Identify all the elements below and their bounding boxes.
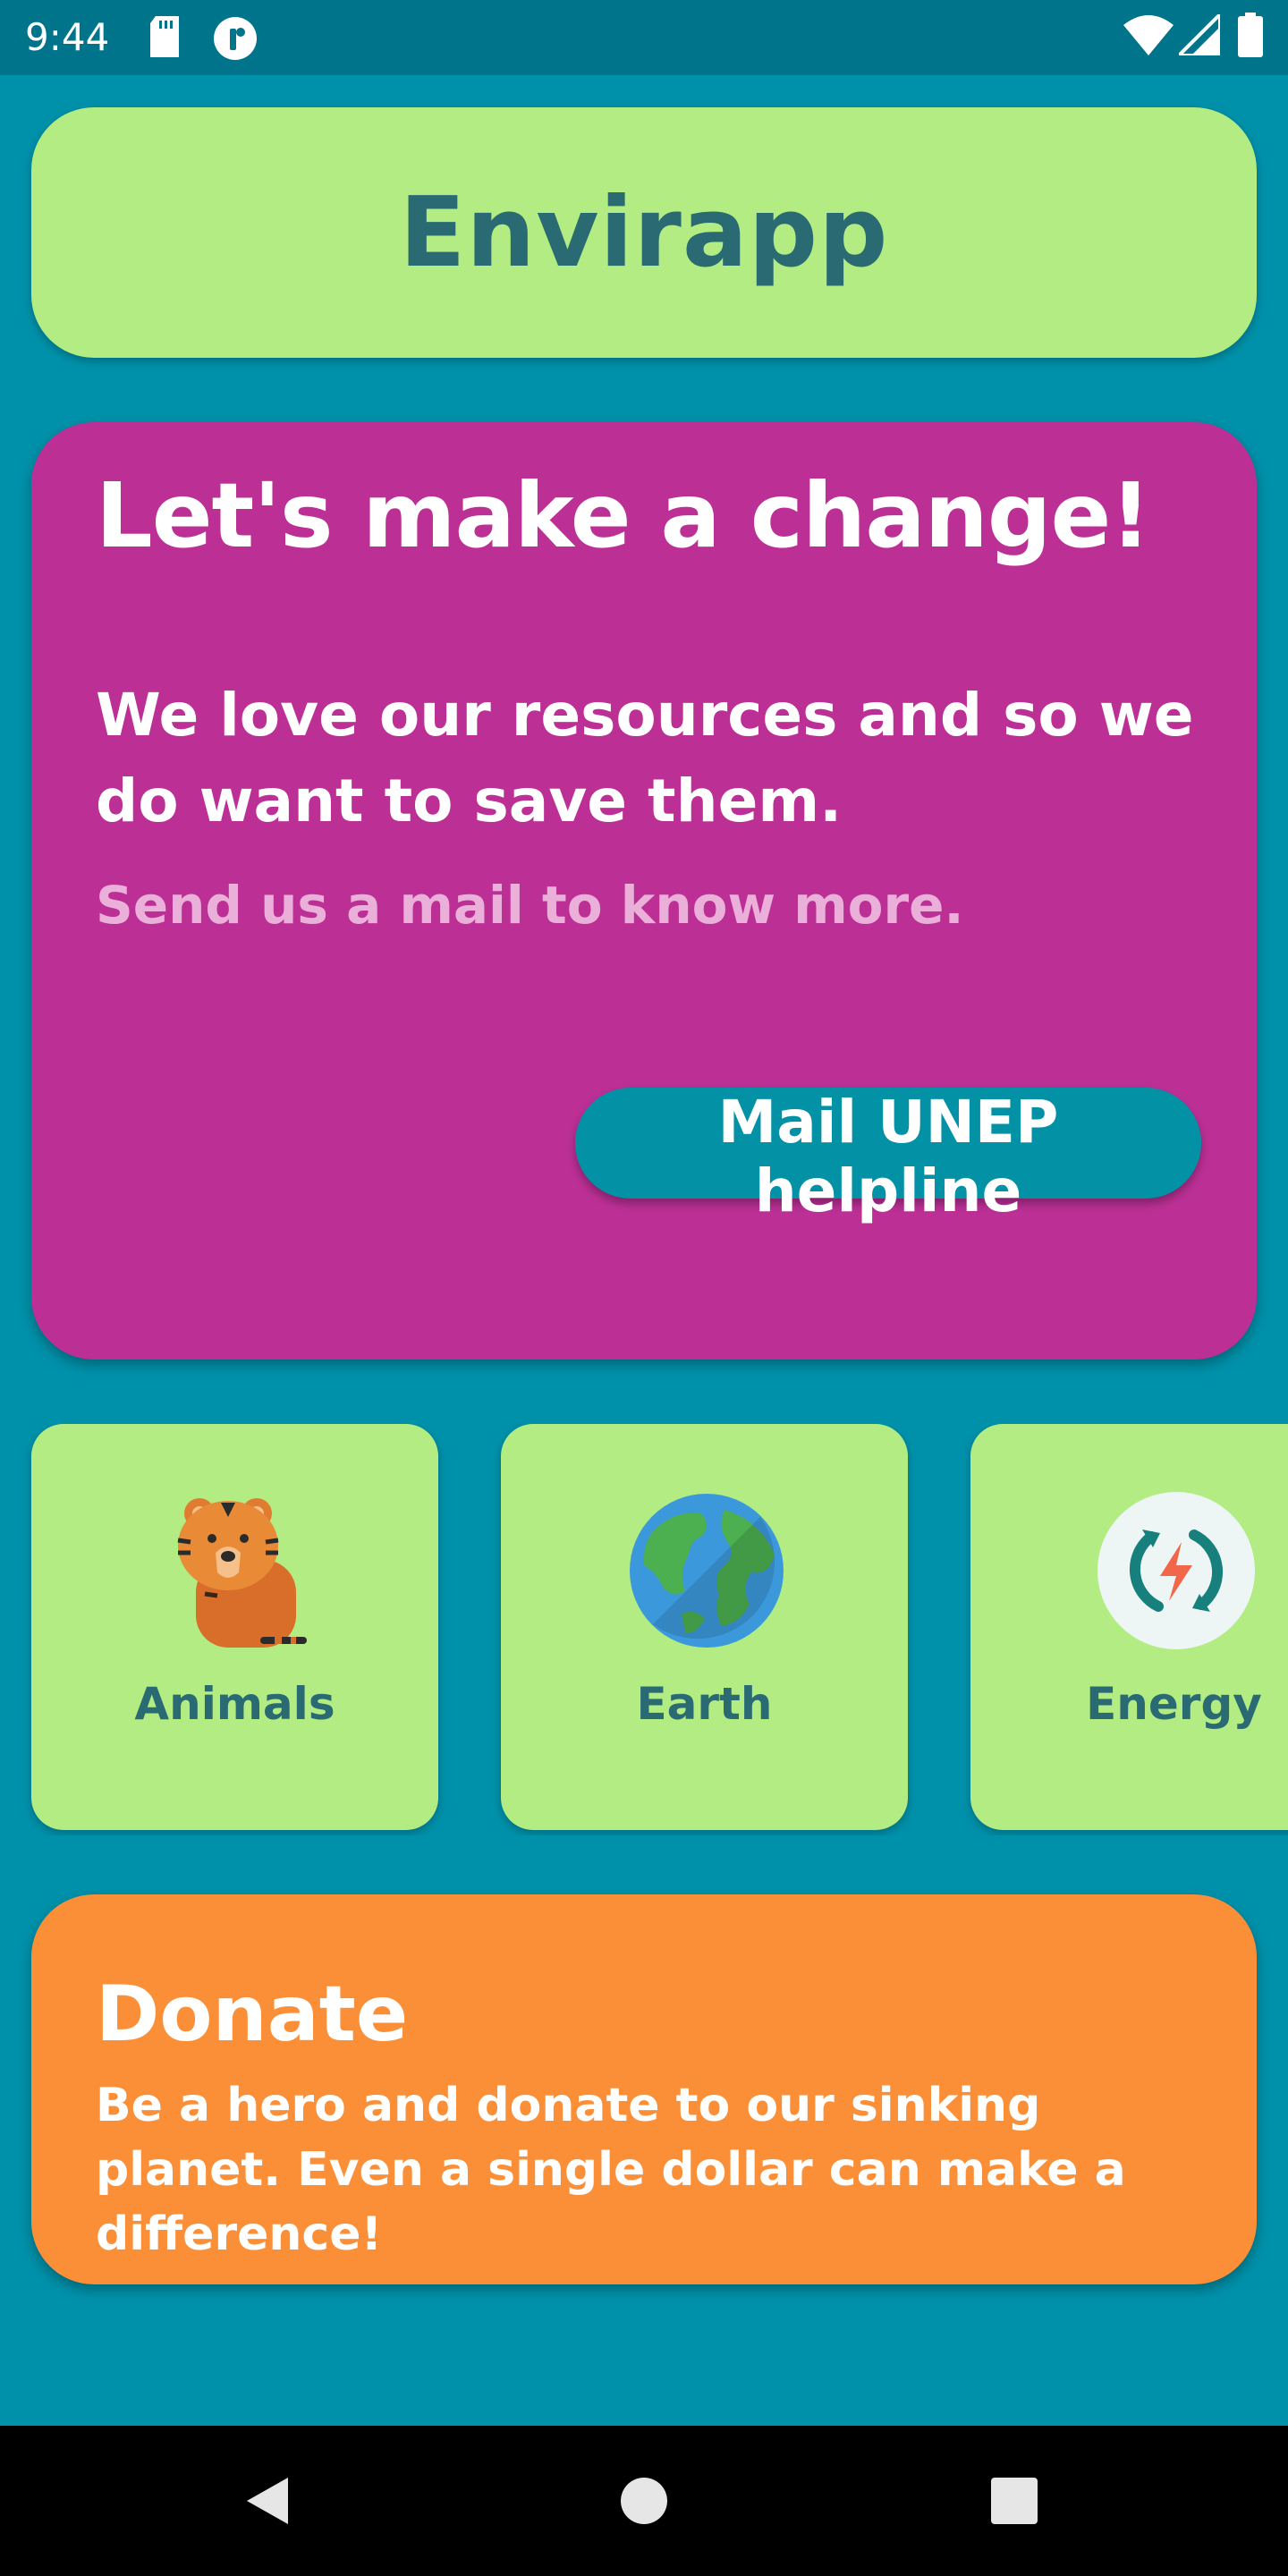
wifi-icon [1123, 14, 1174, 59]
hero-body-text: We love our resources and so we do want … [96, 681, 1194, 835]
category-card-earth[interactable]: Earth [501, 1424, 908, 1830]
tiger-icon [157, 1490, 318, 1651]
donate-text: Be a hero and donate to our sinking plan… [96, 2079, 1126, 2261]
category-label-energy: Energy [1086, 1678, 1262, 1730]
category-label-animals: Animals [134, 1678, 335, 1730]
sd-card-icon [148, 16, 181, 61]
donate-card[interactable]: Donate Be a hero and donate to our sinki… [31, 1894, 1257, 2284]
status-time: 9:44 [25, 15, 110, 59]
signal-icon [1174, 10, 1222, 59]
back-icon[interactable] [242, 2474, 295, 2531]
home-icon[interactable] [619, 2476, 669, 2529]
navigation-bar [0, 2426, 1288, 2576]
category-card-energy[interactable]: Energy [970, 1424, 1288, 1830]
hero-subtext: Send us a mail to know more. [96, 875, 964, 936]
mail-unep-helpline-button[interactable]: Mail UNEP helpline [575, 1088, 1201, 1225]
battery-icon [1238, 13, 1263, 61]
app-header-card: Envirapp [31, 107, 1257, 358]
hero-headline: Let's make a change! [96, 463, 1151, 568]
globe-icon [626, 1490, 787, 1651]
recents-icon[interactable] [991, 2478, 1038, 2528]
energy-icon [1096, 1490, 1257, 1651]
category-label-earth: Earth [636, 1678, 773, 1730]
status-bar: 9:44 [0, 0, 1288, 75]
category-card-animals[interactable]: Animals [31, 1424, 438, 1830]
category-row: Animals Earth Energy [0, 1424, 1288, 1835]
hero-card: Let's make a change! We love our resourc… [31, 422, 1257, 1360]
app-title: Envirapp [399, 176, 889, 289]
app-notification-icon [213, 16, 258, 64]
donate-title: Donate [96, 1970, 409, 2059]
